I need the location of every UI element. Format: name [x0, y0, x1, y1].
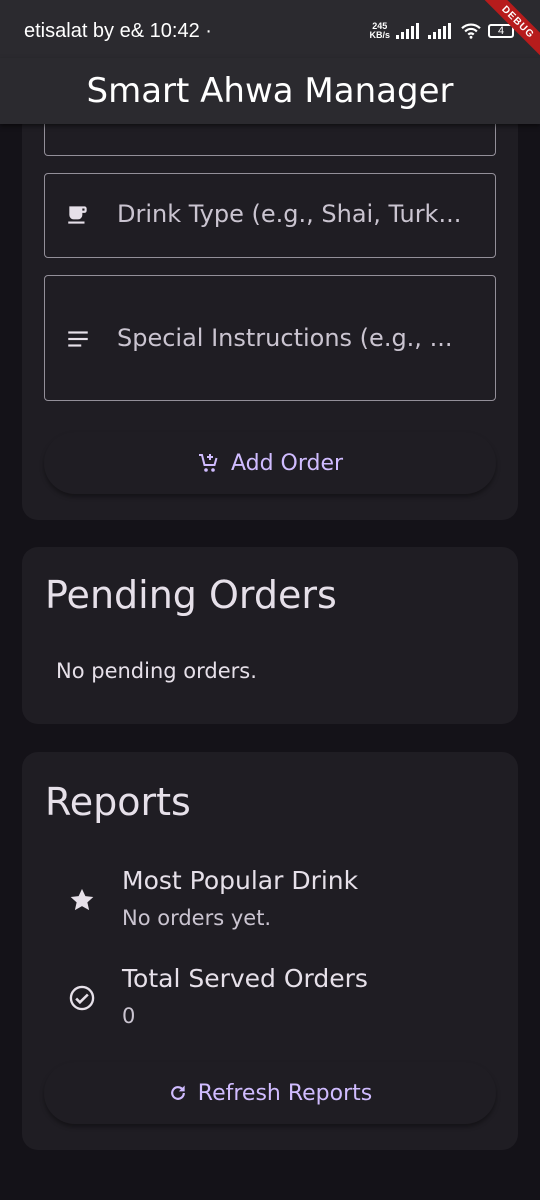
report-title: Most Popular Drink — [122, 866, 359, 895]
report-item-popular-drink: Most Popular Drink No orders yet. — [68, 864, 488, 934]
special-instructions-field[interactable]: Special Instructions (e.g., ... — [44, 275, 496, 401]
status-icons: 245 KB/s 4 — [369, 20, 514, 42]
notes-icon — [68, 331, 88, 347]
special-instructions-placeholder: Special Instructions (e.g., ... — [117, 324, 453, 352]
network-speed: 245 KB/s — [369, 22, 390, 40]
app-bar: Smart Ahwa Manager — [0, 58, 540, 124]
report-title: Total Served Orders — [122, 964, 368, 993]
reports-card: Reports Most Popular Drink No orders yet… — [22, 752, 518, 1150]
report-value: 0 — [122, 1004, 136, 1028]
drink-type-field[interactable]: Drink Type (e.g., Shai, Turk... — [44, 173, 496, 258]
wifi-icon — [461, 23, 481, 39]
speed-unit: KB/s — [369, 30, 390, 40]
report-value: No orders yet. — [122, 906, 272, 930]
order-form-card: Drink Type (e.g., Shai, Turk... Special … — [22, 100, 518, 520]
pending-orders-card: Pending Orders No pending orders. — [22, 547, 518, 724]
reports-title: Reports — [45, 780, 191, 824]
signal-icon — [396, 23, 419, 39]
drink-type-placeholder: Drink Type (e.g., Shai, Turk... — [117, 200, 462, 228]
status-left: etisalat by e& 10:42 · — [24, 20, 212, 43]
star-icon — [70, 888, 94, 911]
coffee-icon — [68, 206, 87, 224]
carrier-name: etisalat by e& — [24, 20, 145, 42]
status-bar: etisalat by e& 10:42 · 245 KB/s 4 DEBUG — [0, 0, 540, 64]
add-order-label: Add Order — [230, 450, 344, 476]
report-item-served-orders: Total Served Orders 0 — [68, 962, 488, 1032]
pending-orders-title: Pending Orders — [45, 573, 337, 617]
add-order-button[interactable]: Add Order — [44, 432, 496, 494]
check-circle-icon — [69, 985, 95, 1011]
status-dot: · — [205, 20, 212, 42]
refresh-reports-button[interactable]: Refresh Reports — [44, 1062, 496, 1124]
add-cart-icon — [198, 454, 218, 472]
refresh-reports-label: Refresh Reports — [197, 1080, 373, 1106]
clock: 10:42 — [149, 20, 200, 42]
app-title: Smart Ahwa Manager — [86, 71, 454, 111]
signal-icon — [428, 23, 451, 39]
refresh-icon — [170, 1085, 185, 1100]
pending-empty-text: No pending orders. — [56, 659, 257, 683]
